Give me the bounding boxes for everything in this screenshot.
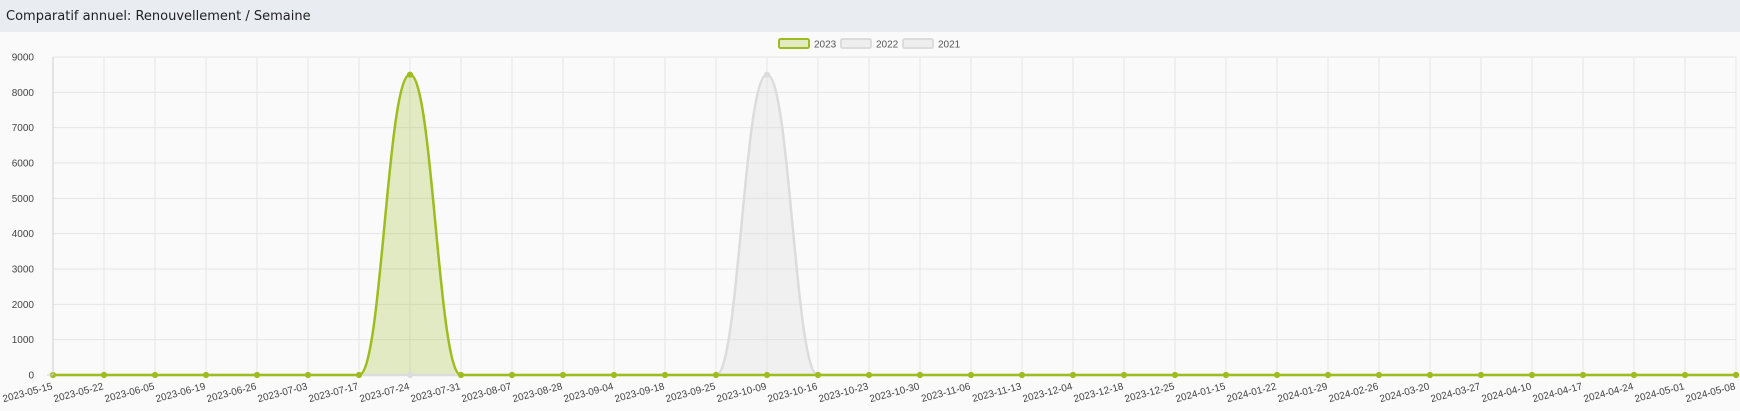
x-tick-label: 2023-07-31: [410, 381, 463, 405]
data-point: [1426, 371, 1434, 379]
chart-areas: [53, 74, 1736, 375]
x-tick-label: 2023-10-30: [869, 381, 922, 405]
data-point: [304, 371, 312, 379]
x-tick-label: 2023-10-23: [818, 381, 871, 405]
x-tick-label: 2023-12-25: [1124, 381, 1177, 405]
data-point: [457, 371, 465, 379]
chart-area: 0 1000 2000 3000 4000 5000 6000 7000 8000 9000 202…: [0, 32, 1740, 411]
x-tick-label: 2023-07-24: [359, 381, 412, 405]
x-tick-label: 2023-06-19: [155, 381, 208, 405]
data-point: [1630, 371, 1638, 379]
y-tick-label: 2000: [12, 300, 35, 311]
chart-points: [49, 71, 1740, 379]
data-point: [1732, 371, 1740, 379]
data-point: [1324, 371, 1332, 379]
legend-label-2022: 2022: [876, 40, 899, 51]
y-tick-label: 6000: [12, 159, 35, 170]
data-point: [610, 371, 618, 379]
x-tick-label: 2023-06-26: [206, 381, 259, 405]
chart-lines: [53, 73, 1736, 377]
x-tick-label: 2024-04-10: [1481, 381, 1534, 405]
x-tick-label: 2023-06-05: [104, 381, 157, 405]
legend-swatch-2021: [902, 38, 934, 49]
y-tick-label: 9000: [12, 53, 35, 64]
chart-grid: [52, 56, 1737, 376]
x-tick-label: 2023-08-07: [461, 381, 514, 405]
y-tick-label: 8000: [12, 88, 35, 99]
x-tick-label: 2024-01-29: [1277, 381, 1330, 405]
legend-label-2023: 2023: [814, 40, 837, 51]
x-tick-label: 2023-12-18: [1073, 381, 1126, 405]
panel-title: Comparatif annuel: Renouvellement / Sema…: [6, 9, 311, 24]
x-tick-label: 2023-12-04: [1022, 381, 1075, 405]
data-point: [1477, 371, 1485, 379]
series-line-2022: [53, 73, 1736, 377]
x-tick-label: 2023-10-09: [716, 381, 769, 405]
x-tick-label: 2023-10-16: [767, 381, 820, 405]
y-tick-label: 3000: [12, 265, 35, 276]
data-point: [1681, 371, 1689, 379]
legend-label-2021: 2021: [938, 40, 961, 51]
x-tick-label: 2024-04-24: [1583, 381, 1636, 405]
data-point: [1273, 371, 1281, 379]
data-point: [1528, 371, 1536, 379]
x-tick-label: 2023-09-04: [563, 381, 616, 405]
data-point: [1171, 371, 1179, 379]
x-tick-label: 2023-09-25: [665, 381, 718, 405]
data-point: [814, 371, 822, 379]
x-tick-label: 2023-08-28: [512, 381, 565, 405]
chart-legend: 2023 2022 2021: [778, 38, 961, 51]
y-tick-label: 0: [28, 371, 34, 382]
data-point: [202, 371, 210, 379]
data-point: [661, 371, 669, 379]
x-tick-label: 2024-05-01: [1634, 381, 1687, 405]
y-tick-label: 7000: [12, 123, 35, 134]
data-point: [916, 371, 924, 379]
data-point: [355, 371, 363, 379]
chart-panel: Comparatif annuel: Renouvellement / Sema…: [0, 0, 1740, 411]
x-tick-label: 2023-11-13: [971, 381, 1023, 405]
data-point: [712, 371, 720, 379]
legend-swatch-2023: [778, 38, 810, 49]
x-tick-label: 2023-05-15: [2, 381, 55, 405]
x-tick-label: 2024-02-26: [1328, 381, 1381, 405]
x-tick-label: 2024-05-08: [1685, 381, 1738, 405]
data-point: [508, 371, 516, 379]
y-tick-label: 1000: [12, 335, 35, 346]
x-tick-label: 2023-09-18: [614, 381, 667, 405]
data-point: [253, 371, 261, 379]
data-point: [1222, 371, 1230, 379]
y-tick-label: 5000: [12, 194, 35, 205]
x-tick-label: 2024-03-20: [1379, 381, 1432, 405]
x-tick-label: 2023-05-22: [53, 381, 106, 405]
data-point: [763, 371, 771, 379]
series-line-2023: [53, 73, 1736, 377]
area-chart: 0 1000 2000 3000 4000 5000 6000 7000 8000 9000 202…: [2, 38, 1740, 405]
x-tick-label: 2023-07-17: [308, 381, 361, 405]
x-tick-label: 2023-11-06: [920, 381, 972, 405]
y-tick-label: 4000: [12, 229, 35, 240]
x-tick-label: 2024-01-15: [1175, 381, 1228, 405]
data-point: [406, 371, 414, 379]
data-point: [151, 371, 159, 379]
data-point: [559, 371, 567, 379]
x-tick-label: 2023-07-03: [257, 381, 310, 405]
data-point: [100, 371, 108, 379]
data-point: [1069, 371, 1077, 379]
data-point: [1579, 371, 1587, 379]
x-tick-label: 2024-01-22: [1226, 381, 1279, 405]
x-tick-label: 2024-03-27: [1430, 381, 1483, 405]
series-area-2022: [53, 74, 1736, 375]
data-point: [1120, 371, 1128, 379]
data-point: [1018, 371, 1026, 379]
data-point: [967, 371, 975, 379]
x-tick-label: 2024-04-17: [1532, 381, 1585, 405]
data-point: [763, 71, 771, 78]
data-point: [865, 371, 873, 379]
series-area-2023: [53, 74, 1736, 375]
data-point: [1375, 371, 1383, 379]
data-point: [406, 71, 414, 78]
legend-swatch-2022: [840, 38, 872, 49]
